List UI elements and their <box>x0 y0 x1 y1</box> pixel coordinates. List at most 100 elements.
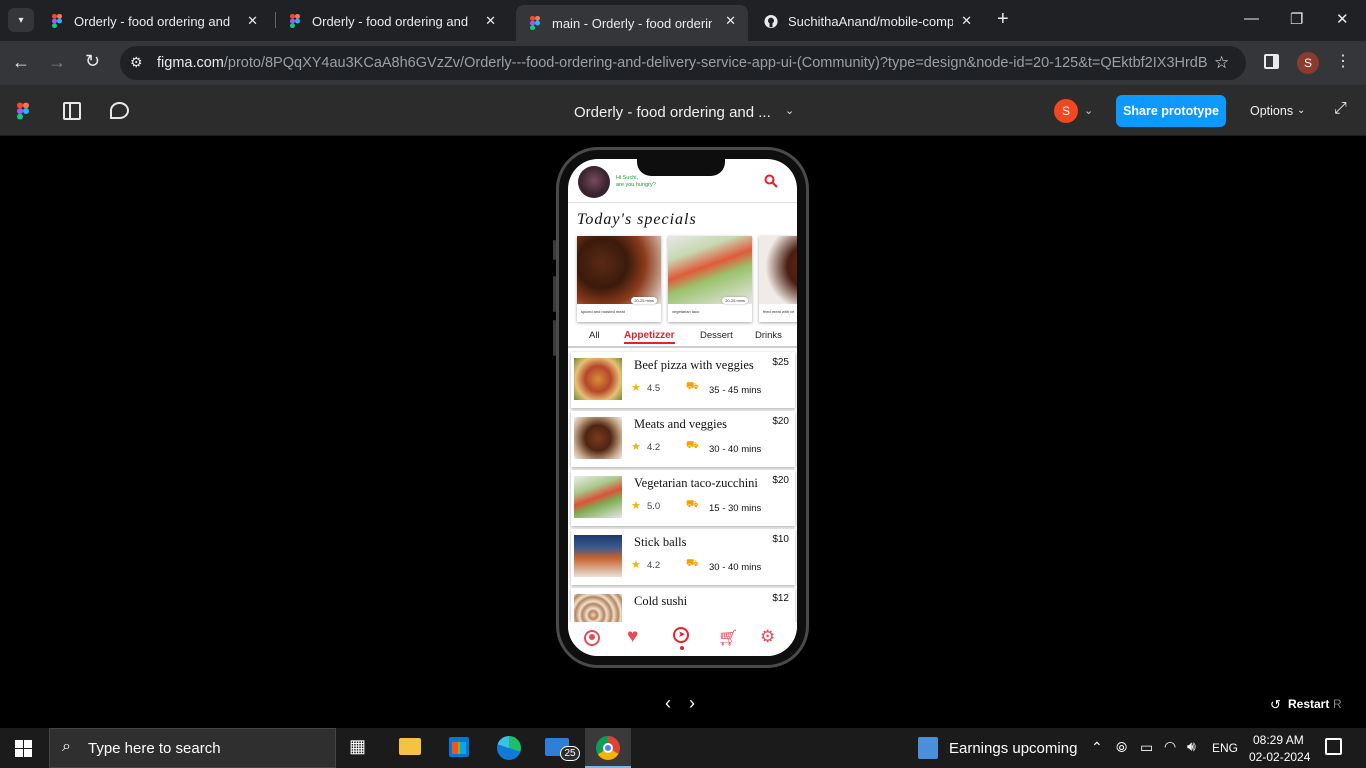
close-tab-icon[interactable]: ✕ <box>485 13 496 29</box>
food-name: Stick balls <box>634 535 687 549</box>
food-thumbnail <box>574 535 622 577</box>
menu-kebab-icon[interactable]: ⋮ <box>1335 51 1351 71</box>
volume-icon[interactable]: 🔊︎ <box>1187 738 1196 755</box>
close-tab-icon[interactable]: ✕ <box>961 13 972 29</box>
github-icon <box>764 14 778 28</box>
user-avatar[interactable]: S <box>1054 99 1078 123</box>
browser-tab-1[interactable]: Orderly - food ordering and del ✕ <box>38 6 270 36</box>
meet-icon[interactable]: ⦾ <box>1116 739 1127 756</box>
app-screen[interactable]: Hi Suchi, are you hungry? Today's specia… <box>568 159 797 656</box>
settings-gear-icon[interactable]: ⚙ <box>760 627 775 647</box>
delivery-truck-icon: ⛟ <box>686 499 699 510</box>
star-icon: ★ <box>631 559 641 571</box>
options-menu[interactable]: Options <box>1250 104 1293 118</box>
task-view-icon[interactable]: ▦ <box>349 736 373 760</box>
category-tab-drinks[interactable]: Drinks <box>755 330 782 341</box>
search-icon: ⌕ <box>62 738 71 755</box>
cart-icon[interactable]: 🛒︎ <box>718 628 738 648</box>
special-card[interactable]: 20-25 mins spiced and roasted meat <box>577 236 661 322</box>
close-tab-icon[interactable]: ✕ <box>725 13 736 29</box>
forward-icon[interactable]: → <box>48 52 66 73</box>
chevron-down-icon[interactable]: ⌄ <box>1084 104 1093 117</box>
reload-icon[interactable]: ↻ <box>85 51 100 72</box>
notifications-icon[interactable] <box>1325 738 1342 755</box>
comment-icon[interactable] <box>110 102 129 119</box>
edge-browser-icon[interactable] <box>497 736 521 760</box>
fullscreen-icon[interactable]: ⤢ <box>1334 100 1347 118</box>
chevron-down-icon: ⌄ <box>1297 105 1306 116</box>
tab-title: SuchithaAnand/mobile-comput <box>788 13 953 29</box>
wifi-icon[interactable]: ◠ <box>1164 738 1176 755</box>
widget-label[interactable]: Earnings upcoming <box>949 740 1077 757</box>
input-language[interactable]: ENG <box>1212 741 1238 755</box>
category-tab-all[interactable]: All <box>589 330 600 341</box>
special-card[interactable]: fried meat with ve <box>759 236 797 322</box>
header-divider <box>568 202 797 203</box>
figma-logo-icon[interactable] <box>17 102 29 125</box>
clock-time[interactable]: 08:29 AM <box>1253 733 1304 747</box>
share-prototype-button[interactable]: Share prototype <box>1116 95 1226 127</box>
special-time: 20-25 mins <box>722 297 748 304</box>
tab-title: Orderly - food ordering and del <box>312 13 472 29</box>
chrome-taskbar-button[interactable] <box>585 728 631 768</box>
side-panel-icon[interactable] <box>1264 54 1279 69</box>
close-tab-icon[interactable]: ✕ <box>247 13 258 29</box>
special-card[interactable]: 20-25 mins vegetarian taco <box>668 236 752 322</box>
list-item[interactable]: Vegetarian taco-zucchini $20 ★ 5.0 ⛟ 15 … <box>571 470 795 526</box>
profile-icon[interactable] <box>584 630 600 646</box>
file-title[interactable]: Orderly - food ordering and ... <box>574 104 771 121</box>
windows-start-icon[interactable] <box>15 740 32 762</box>
food-thumbnail <box>574 476 622 518</box>
food-thumbnail <box>574 417 622 459</box>
specials-title: Today's specials <box>577 211 697 228</box>
close-window-icon[interactable]: ✕ <box>1336 10 1349 28</box>
previous-frame-icon[interactable]: ‹ <box>665 693 671 714</box>
back-icon[interactable]: ← <box>12 52 30 73</box>
new-tab-button[interactable]: + <box>997 8 1009 31</box>
list-item[interactable]: Stick balls $10 ★ 4.2 ⛟ 30 - 40 mins <box>571 529 795 585</box>
food-price: $25 <box>772 357 789 368</box>
chevron-down-icon[interactable]: ⌄ <box>785 104 794 117</box>
bookmark-star-icon[interactable]: ☆ <box>1214 53 1229 73</box>
category-tab-dessert[interactable]: Dessert <box>700 330 733 341</box>
file-explorer-icon[interactable] <box>399 738 421 755</box>
delivery-truck-icon: ⛟ <box>686 381 699 392</box>
restore-icon[interactable]: ❐ <box>1290 10 1303 28</box>
chevron-down-icon: ▾ <box>18 14 24 26</box>
battery-icon[interactable]: ▭ <box>1140 739 1153 756</box>
chevron-up-icon[interactable]: ⌃ <box>1091 739 1103 756</box>
category-divider <box>568 346 797 348</box>
navigate-icon[interactable]: ➤ <box>673 627 689 643</box>
minimize-icon[interactable]: — <box>1244 10 1259 27</box>
avatar[interactable] <box>578 166 610 198</box>
food-price: $10 <box>772 534 789 545</box>
list-item[interactable]: Meats and veggies $20 ★ 4.2 ⛟ 30 - 40 mi… <box>571 411 795 467</box>
site-info-icon[interactable]: ⚙ <box>130 54 143 71</box>
restart-button[interactable]: Restart <box>1288 697 1329 711</box>
heart-icon[interactable]: ♥ <box>627 626 638 648</box>
next-frame-icon[interactable]: › <box>689 693 695 714</box>
stocks-widget-icon[interactable] <box>918 737 938 759</box>
address-bar[interactable]: ⚙ figma.com/proto/8PQqXY4au3KCaA8h6GVzZv… <box>120 46 1246 80</box>
category-tab-appetizzer[interactable]: Appetizzer <box>624 330 675 344</box>
list-item[interactable]: Beef pizza with veggies $25 ★ 4.5 ⛟ 35 -… <box>571 352 795 408</box>
tab-search-button[interactable]: ▾ <box>8 8 34 32</box>
tab-title: main - Orderly - food ordering <box>552 15 712 31</box>
taskbar-search[interactable]: ⌕ Type here to search <box>49 728 336 768</box>
profile-avatar[interactable]: S <box>1297 52 1319 74</box>
food-price: $20 <box>772 416 789 427</box>
clock-date[interactable]: 02-02-2024 <box>1249 750 1310 764</box>
search-icon[interactable] <box>764 174 778 193</box>
browser-tab-3-active[interactable]: main - Orderly - food ordering ✕ <box>516 5 748 41</box>
food-rating: 4.2 <box>647 442 661 453</box>
browser-tab-strip: ▾ Orderly - food ordering and del ✕ Orde… <box>0 0 1366 41</box>
browser-tab-2[interactable]: Orderly - food ordering and del ✕ <box>276 6 508 36</box>
search-placeholder: Type here to search <box>88 740 221 757</box>
browser-tab-4[interactable]: SuchithaAnand/mobile-comput ✕ <box>752 6 984 36</box>
special-name: fried meat with ve <box>763 309 795 314</box>
greeting-line-1: Hi Suchi, <box>616 175 639 181</box>
figma-icon <box>50 14 64 28</box>
microsoft-store-icon[interactable] <box>449 737 469 757</box>
panel-toggle-icon[interactable] <box>63 102 81 120</box>
restart-icon[interactable]: ↺ <box>1270 697 1281 713</box>
